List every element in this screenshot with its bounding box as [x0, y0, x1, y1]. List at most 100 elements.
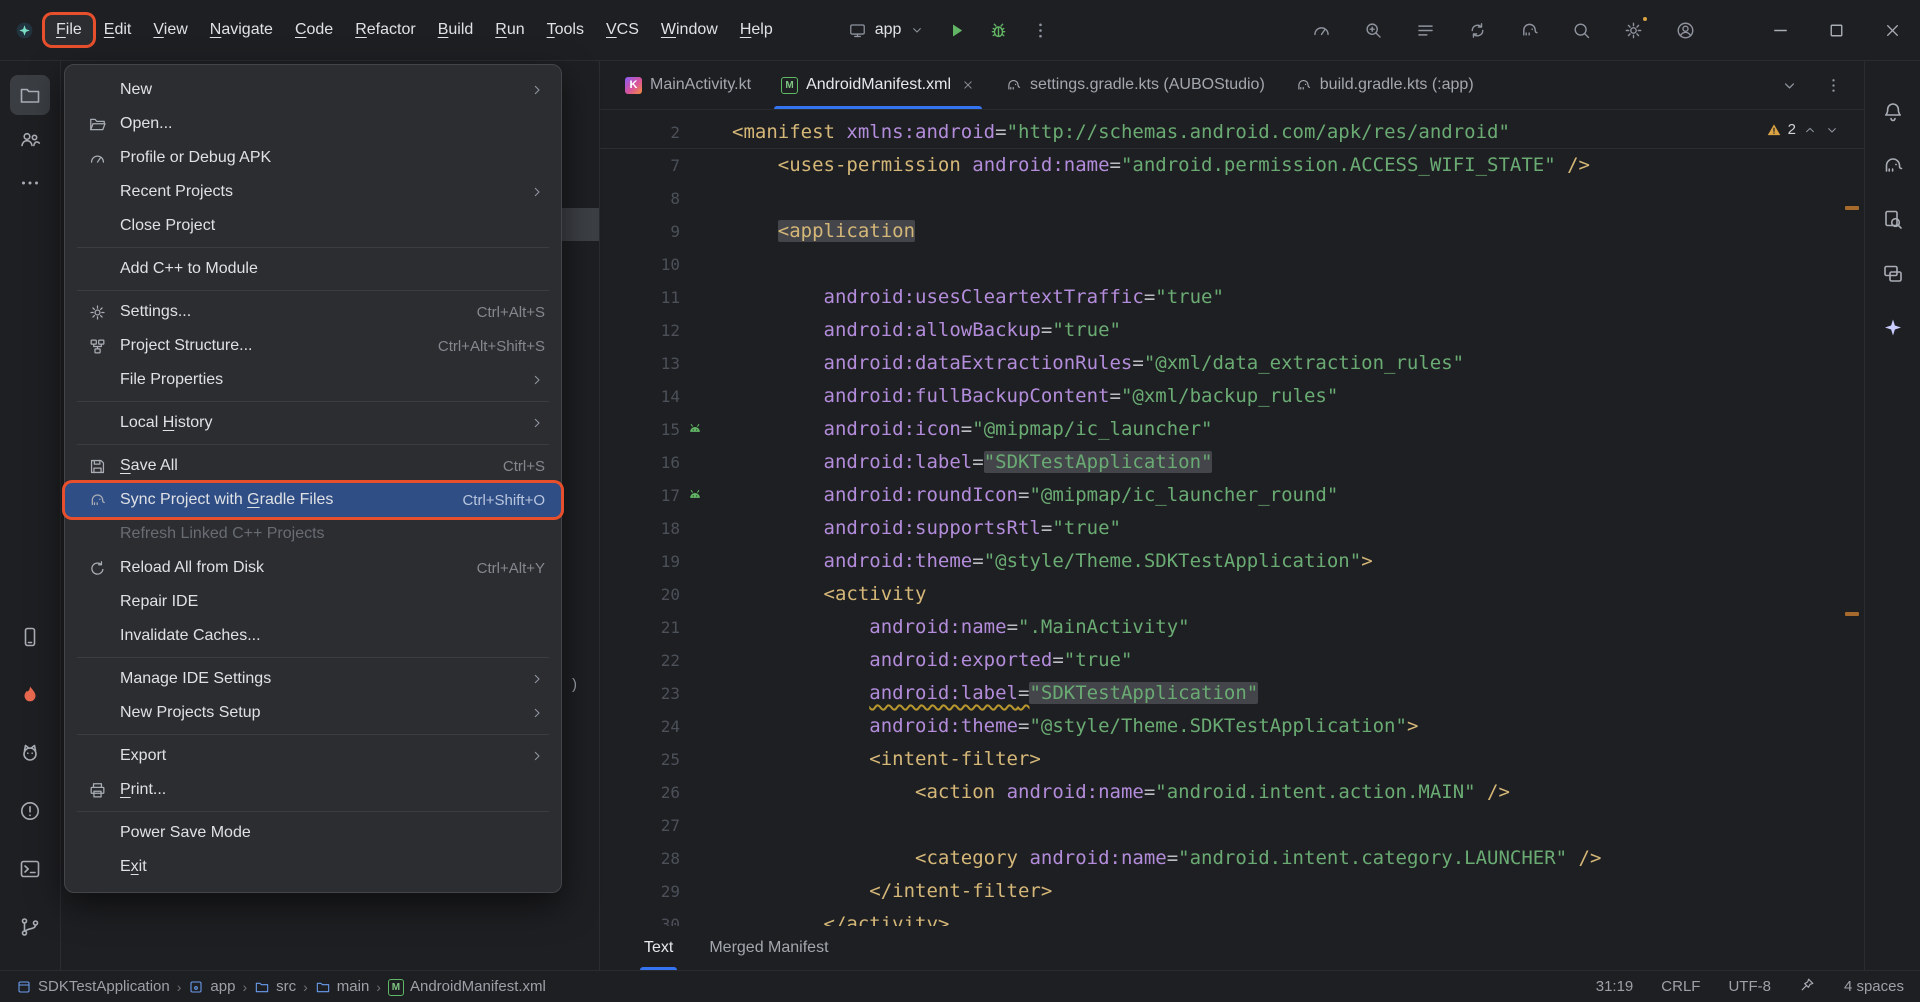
- close-tab-icon[interactable]: [961, 78, 975, 92]
- tab-options-button[interactable]: [1812, 66, 1854, 104]
- menu-navigate[interactable]: Navigate: [199, 15, 284, 45]
- menu-tools[interactable]: Tools: [536, 15, 595, 45]
- tab-mainactivity-kt[interactable]: KMainActivity.kt: [610, 61, 766, 109]
- run-button[interactable]: [935, 11, 977, 49]
- code-line[interactable]: 16 android:label="SDKTestApplication": [600, 446, 1864, 479]
- account-button[interactable]: [1664, 11, 1706, 49]
- menu-item-settings[interactable]: Settings...Ctrl+Alt+S: [65, 295, 561, 329]
- code-line[interactable]: 9 <application: [600, 215, 1864, 248]
- menu-item-exit[interactable]: Exit: [65, 850, 561, 884]
- menu-item-reload-all-from-disk[interactable]: Reload All from DiskCtrl+Alt+Y: [65, 551, 561, 585]
- code-line[interactable]: 19 android:theme="@style/Theme.SDKTestAp…: [600, 545, 1864, 578]
- menu-item-profile-or-debug-apk[interactable]: Profile or Debug APK: [65, 141, 561, 175]
- code-line[interactable]: 24 android:theme="@style/Theme.SDKTestAp…: [600, 710, 1864, 743]
- line-separator[interactable]: CRLF: [1661, 978, 1700, 995]
- menu-item-sync-project-with-gradle-files[interactable]: Sync Project with Gradle FilesCtrl+Shift…: [65, 483, 561, 517]
- menu-item-new[interactable]: New: [65, 73, 561, 107]
- code-line[interactable]: 29 </intent-filter>: [600, 875, 1864, 908]
- project-tool-button[interactable]: [10, 75, 50, 115]
- app-quality-insights-tool-button[interactable]: [10, 675, 50, 715]
- minimize-button[interactable]: [1752, 0, 1808, 60]
- gradle-sync-button[interactable]: [1508, 11, 1550, 49]
- menu-item-new-projects-setup[interactable]: New Projects Setup: [65, 696, 561, 730]
- menu-edit[interactable]: Edit: [93, 15, 143, 45]
- next-problem-icon[interactable]: [1824, 122, 1840, 138]
- menu-item-open[interactable]: Open...: [65, 107, 561, 141]
- code-line[interactable]: 11 android:usesCleartextTraffic="true": [600, 281, 1864, 314]
- code-line[interactable]: 13 android:dataExtractionRules="@xml/dat…: [600, 347, 1864, 380]
- code-line[interactable]: 10: [600, 248, 1864, 281]
- notifications-tool-button[interactable]: [1873, 92, 1913, 132]
- code-line[interactable]: 21 android:name=".MainActivity": [600, 611, 1864, 644]
- code-line[interactable]: 25 <intent-filter>: [600, 743, 1864, 776]
- code-line[interactable]: 14 android:fullBackupContent="@xml/backu…: [600, 380, 1864, 413]
- menu-item-export[interactable]: Export: [65, 739, 561, 773]
- more-tool-windows-button[interactable]: [10, 163, 50, 203]
- breadcrumb-app[interactable]: app: [188, 978, 235, 995]
- device-explorer-tool-button[interactable]: [1873, 200, 1913, 240]
- code-editor[interactable]: 2<manifest xmlns:android="http://schemas…: [600, 110, 1864, 970]
- breadcrumb-main[interactable]: main: [315, 978, 370, 995]
- code-line[interactable]: 26 <action android:name="android.intent.…: [600, 776, 1864, 809]
- code-line[interactable]: 17 android:roundIcon="@mipmap/ic_launche…: [600, 479, 1864, 512]
- breadcrumb-androidmanifest-xml[interactable]: MAndroidManifest.xml: [388, 978, 546, 995]
- code-line[interactable]: 20 <activity: [600, 578, 1864, 611]
- pin-indicator[interactable]: [1799, 976, 1816, 997]
- task-list-button[interactable]: [1404, 11, 1446, 49]
- settings-button[interactable]: [1612, 11, 1654, 49]
- run-configuration-selector[interactable]: app: [838, 15, 936, 46]
- running-devices-tool-button[interactable]: [1873, 254, 1913, 294]
- code-line[interactable]: 18 android:supportsRtl="true": [600, 512, 1864, 545]
- more-run-actions-button[interactable]: [1019, 11, 1061, 49]
- device-manager-tool-button[interactable]: [10, 617, 50, 657]
- menu-item-save-all[interactable]: Save AllCtrl+S: [65, 449, 561, 483]
- menu-item-close-project[interactable]: Close Project: [65, 209, 561, 243]
- assistant-tool-button[interactable]: [1873, 308, 1913, 348]
- code-line[interactable]: 23 android:label="SDKTestApplication": [600, 677, 1864, 710]
- logcat-tool-button[interactable]: [10, 733, 50, 773]
- apply-changes-button[interactable]: [1456, 11, 1498, 49]
- menu-build[interactable]: Build: [427, 15, 485, 45]
- caret-position[interactable]: 31:19: [1596, 978, 1634, 995]
- menu-help[interactable]: Help: [729, 15, 784, 45]
- close-button[interactable]: [1864, 0, 1920, 60]
- tab-androidmanifest-xml[interactable]: MAndroidManifest.xml: [766, 61, 990, 109]
- inspections-widget[interactable]: 2: [1760, 119, 1846, 140]
- search-everywhere-button[interactable]: [1560, 11, 1602, 49]
- terminal-tool-button[interactable]: [10, 849, 50, 889]
- debug-button[interactable]: [977, 11, 1019, 49]
- menu-code[interactable]: Code: [284, 15, 344, 45]
- file-encoding[interactable]: UTF-8: [1728, 978, 1771, 995]
- project-tree-selected-row[interactable]: [561, 208, 599, 241]
- menu-view[interactable]: View: [142, 15, 198, 45]
- previous-problem-icon[interactable]: [1802, 122, 1818, 138]
- menu-item-manage-ide-settings[interactable]: Manage IDE Settings: [65, 662, 561, 696]
- menu-window[interactable]: Window: [650, 15, 729, 45]
- app-inspection-button[interactable]: [1352, 11, 1394, 49]
- maximize-button[interactable]: [1808, 0, 1864, 60]
- view-tab-text[interactable]: Text: [644, 926, 673, 970]
- version-control-tool-button[interactable]: [10, 907, 50, 947]
- menu-item-invalidate-caches[interactable]: Invalidate Caches...: [65, 619, 561, 653]
- breadcrumb-sdktestapplication[interactable]: SDKTestApplication: [16, 978, 170, 995]
- code-line[interactable]: 28 <category android:name="android.inten…: [600, 842, 1864, 875]
- code-line[interactable]: 15 android:icon="@mipmap/ic_launcher": [600, 413, 1864, 446]
- menu-vcs[interactable]: VCS: [595, 15, 650, 45]
- menu-item-file-properties[interactable]: File Properties: [65, 363, 561, 397]
- menu-item-add-c-to-module[interactable]: Add C++ to Module: [65, 252, 561, 286]
- menu-item-print[interactable]: Print...: [65, 773, 561, 807]
- code-line[interactable]: 27: [600, 809, 1864, 842]
- code-line[interactable]: 7 <uses-permission android:name="android…: [600, 149, 1864, 182]
- menu-item-power-save-mode[interactable]: Power Save Mode: [65, 816, 561, 850]
- profiler-button[interactable]: [1300, 11, 1342, 49]
- code-line[interactable]: 12 android:allowBackup="true": [600, 314, 1864, 347]
- menu-item-project-structure[interactable]: Project Structure...Ctrl+Alt+Shift+S: [65, 329, 561, 363]
- tab-settings-gradle-kts-aubostudio[interactable]: settings.gradle.kts (AUBOStudio): [990, 61, 1280, 109]
- hidden-tabs-button[interactable]: [1768, 66, 1810, 104]
- gradle-tool-button[interactable]: [1873, 146, 1913, 186]
- indent-setting[interactable]: 4 spaces: [1844, 978, 1904, 995]
- problems-tool-button[interactable]: [10, 791, 50, 831]
- view-tab-merged-manifest[interactable]: Merged Manifest: [709, 926, 828, 970]
- menu-run[interactable]: Run: [484, 15, 535, 45]
- tab-build-gradle-kts-app[interactable]: build.gradle.kts (:app): [1280, 61, 1489, 109]
